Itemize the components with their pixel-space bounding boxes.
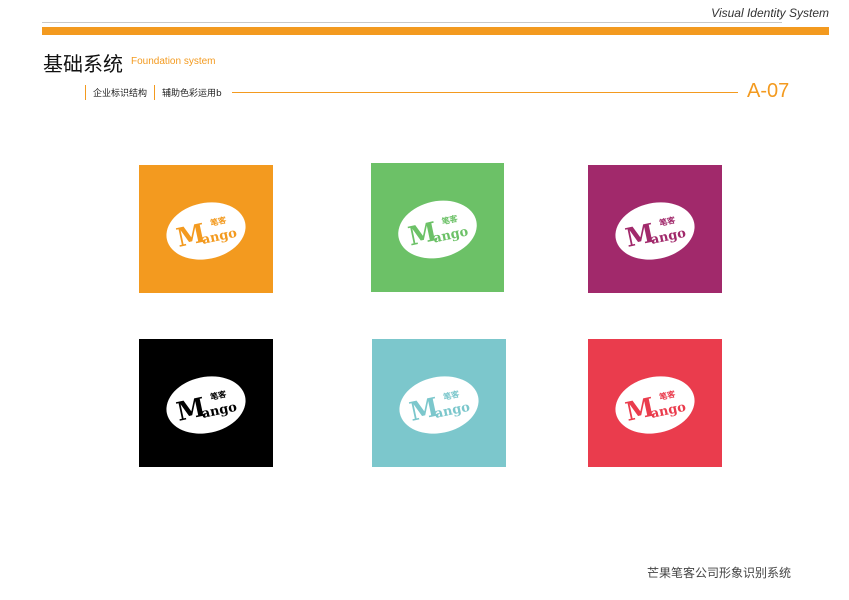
color-tile-teal: Mango 笔客 — [372, 339, 506, 467]
breadcrumb-item-structure[interactable]: 企业标识结构 — [86, 86, 154, 99]
mango-logo-tile: Mango笔客 — [139, 339, 273, 467]
mango-logo-tile: Mango笔客 — [588, 339, 722, 467]
footer-company-name: 芒果笔客公司形象识别系统 — [647, 566, 792, 580]
header-rule — [232, 92, 738, 93]
mango-logo-tile: Mango笔客 — [372, 339, 506, 467]
color-tile-black: Mango 笔客 — [139, 339, 273, 467]
page-number: A-07 — [747, 80, 790, 102]
breadcrumb: 企业标识结构 辅助色彩运用b — [85, 84, 229, 100]
mango-logo-tile: Mango笔客 — [139, 165, 273, 293]
color-tile-purple: Mango 笔客 — [588, 165, 722, 293]
page-title: 基础系统 — [43, 52, 123, 76]
mango-logo-tile: Mango笔客 — [588, 165, 722, 293]
breadcrumb-item-auxiliary-colors[interactable]: 辅助色彩运用b — [155, 86, 229, 99]
system-label: Visual Identity System — [711, 6, 829, 20]
header-top-rule — [42, 22, 782, 23]
page-subtitle: Foundation system — [131, 56, 216, 67]
color-tile-red: Mango 笔客 — [588, 339, 722, 467]
color-tile-orange: Mango 笔客 — [139, 165, 273, 293]
color-tile-green: Mango 笔客 — [371, 163, 504, 292]
header-accent-bar — [42, 27, 829, 35]
mango-logo-tile: Mango笔客 — [371, 163, 504, 292]
